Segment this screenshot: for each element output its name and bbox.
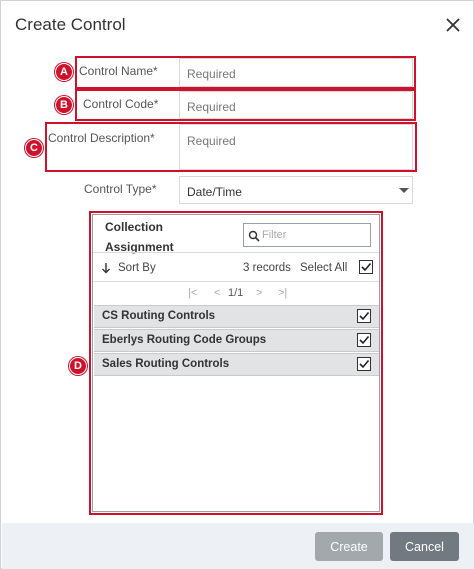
collection-assignment-panel: Collection Assignment Filter Sort By 3 r… bbox=[92, 214, 380, 512]
control-type-value: Date/Time bbox=[187, 185, 242, 199]
select-all-checkbox[interactable] bbox=[359, 260, 373, 274]
cancel-button[interactable]: Cancel bbox=[390, 532, 459, 561]
control-description-textarea[interactable]: Required bbox=[179, 124, 413, 170]
annotation-badge-c: C bbox=[25, 139, 43, 157]
last-page-button[interactable]: >| bbox=[278, 287, 287, 299]
list-item-checkbox[interactable] bbox=[357, 309, 371, 323]
filter-input[interactable]: Filter bbox=[243, 223, 371, 247]
collection-title-line2: Assignment bbox=[105, 240, 174, 254]
select-all-label[interactable]: Select All bbox=[300, 262, 347, 274]
list-item-checkbox[interactable] bbox=[357, 333, 371, 347]
collection-title: Collection Assignment bbox=[105, 217, 174, 257]
list-item-checkbox[interactable] bbox=[357, 357, 371, 371]
create-control-dialog: Create Control A Control Name* Required … bbox=[0, 0, 474, 569]
chevron-down-icon bbox=[399, 188, 409, 193]
annotation-badge-d: D bbox=[69, 357, 87, 375]
sort-by-button[interactable]: Sort By bbox=[118, 262, 156, 274]
list-item[interactable]: Eberlys Routing Code Groups bbox=[94, 329, 379, 352]
search-icon bbox=[248, 230, 260, 242]
filter-placeholder: Filter bbox=[262, 229, 287, 241]
list-item[interactable]: Sales Routing Controls bbox=[94, 353, 379, 376]
control-name-placeholder: Required bbox=[187, 67, 236, 81]
first-page-button[interactable]: |< bbox=[188, 287, 197, 299]
collection-title-line1: Collection bbox=[105, 220, 164, 234]
list-item-label: Sales Routing Controls bbox=[102, 358, 230, 370]
close-icon[interactable] bbox=[443, 15, 463, 35]
control-code-placeholder: Required bbox=[187, 100, 236, 114]
divider bbox=[93, 281, 379, 282]
next-page-button[interactable]: > bbox=[256, 287, 262, 299]
annotation-badge-b: B bbox=[55, 96, 73, 114]
prev-page-button[interactable]: < bbox=[214, 287, 220, 299]
list-item-label: Eberlys Routing Code Groups bbox=[102, 334, 267, 346]
control-code-input[interactable]: Required bbox=[179, 91, 413, 119]
list-item-label: CS Routing Controls bbox=[102, 310, 216, 322]
page-indicator: 1/1 bbox=[228, 287, 244, 299]
control-code-label: Control Code* bbox=[83, 97, 159, 111]
control-type-label: Control Type* bbox=[84, 182, 157, 196]
records-count: 3 records bbox=[243, 262, 291, 274]
sort-arrow-icon[interactable] bbox=[101, 262, 111, 274]
control-name-input[interactable]: Required bbox=[179, 58, 413, 87]
dialog-title: Create Control bbox=[15, 15, 126, 34]
control-type-select[interactable]: Date/Time bbox=[179, 176, 413, 204]
annotation-badge-a: A bbox=[55, 63, 73, 81]
control-name-label: Control Name* bbox=[79, 64, 158, 78]
control-description-placeholder: Required bbox=[187, 134, 236, 148]
divider bbox=[93, 252, 379, 253]
control-description-label: Control Description* bbox=[48, 131, 155, 145]
dialog-footer: Create Cancel bbox=[2, 523, 474, 569]
create-button[interactable]: Create bbox=[315, 532, 383, 561]
list-item[interactable]: CS Routing Controls bbox=[94, 305, 379, 328]
